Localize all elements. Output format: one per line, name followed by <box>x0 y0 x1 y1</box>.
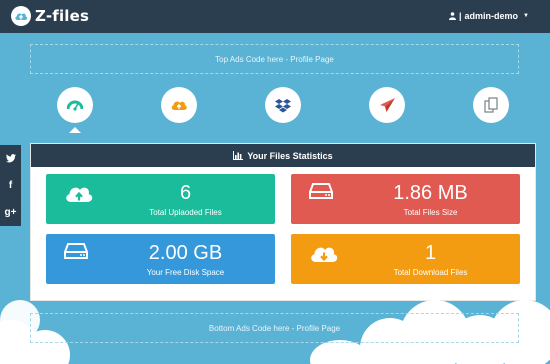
nav-files-button[interactable] <box>473 87 509 123</box>
files-icon <box>484 97 498 113</box>
caret-down-icon: ▼ <box>523 13 529 19</box>
bar-chart-icon <box>233 151 244 160</box>
stat-card-space: 2.00 GB Your Free Disk Space <box>46 234 275 284</box>
facebook-icon: f <box>8 180 13 191</box>
stat-card-uploads: 6 Total Uplaoded Files <box>46 174 275 224</box>
facebook-button[interactable]: f <box>0 172 21 199</box>
cloud-upload-icon <box>11 6 31 26</box>
stat-value-uploads: 6 <box>179 182 192 204</box>
stats-title: Your Files Statistics <box>247 150 333 161</box>
stat-card-downloads: 1 Total Download Files <box>291 234 520 284</box>
stat-value-downloads: 1 <box>424 242 437 264</box>
paper-plane-icon <box>379 98 395 112</box>
nav-upload-button[interactable] <box>161 87 197 123</box>
stats-header: Your Files Statistics <box>31 144 535 167</box>
stat-label-size: Total Files Size <box>403 208 458 217</box>
user-separator: | <box>459 11 462 21</box>
user-menu[interactable]: | admin-demo ▼ <box>449 11 529 21</box>
nav-dashboard-button[interactable] <box>57 87 93 123</box>
stat-label-space: Your Free Disk Space <box>146 268 225 277</box>
navbar: Z-files | admin-demo ▼ <box>0 0 550 33</box>
cloud-upload-icon <box>171 101 187 110</box>
google-plus-button[interactable]: g+ <box>0 199 21 226</box>
google-plus-icon: g+ <box>4 207 17 218</box>
stat-value-size: 1.86 MB <box>393 182 468 204</box>
dashboard-icon <box>67 100 83 111</box>
twitter-button[interactable] <box>0 145 21 172</box>
bottom-ad-text: Bottom Ads Code here - Profile Page <box>208 323 341 333</box>
nav-dropbox-button[interactable] <box>265 87 301 123</box>
stat-label-downloads: Total Download Files <box>393 268 468 277</box>
brand-logo[interactable]: Z-files <box>11 6 89 26</box>
stat-label-uploads: Total Uplaoded Files <box>149 208 222 217</box>
dropbox-icon <box>275 98 291 112</box>
active-tab-indicator <box>69 127 81 133</box>
stat-card-size: 1.86 MB Total Files Size <box>291 174 520 224</box>
nav-send-button[interactable] <box>369 87 405 123</box>
user-name: admin-demo <box>464 11 519 21</box>
top-ad-text: Top Ads Code here - Profile Page <box>215 54 334 64</box>
stat-value-space: 2.00 GB <box>148 242 223 264</box>
top-ad-placeholder: Top Ads Code here - Profile Page <box>30 44 519 74</box>
social-sidebar: f g+ <box>0 145 21 226</box>
bottom-ad-placeholder: Bottom Ads Code here - Profile Page <box>30 313 519 343</box>
brand-name: Z-files <box>35 7 90 25</box>
user-icon <box>449 12 456 20</box>
twitter-icon <box>5 154 16 163</box>
